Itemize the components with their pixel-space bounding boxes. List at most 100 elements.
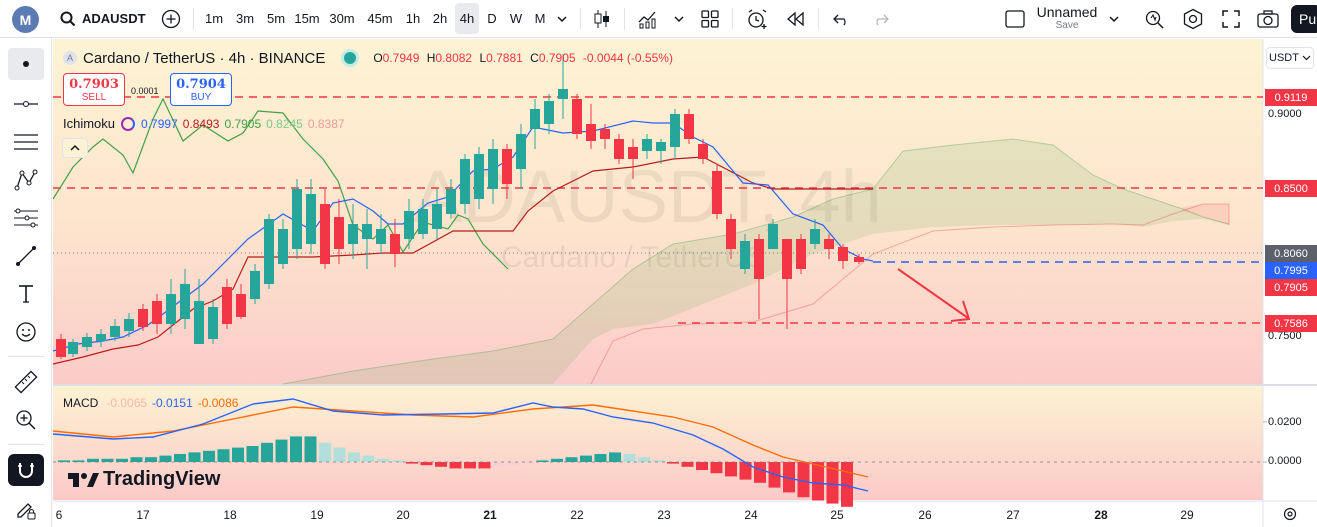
fib-tool[interactable] [8, 202, 44, 234]
currency-selector[interactable]: USDT [1266, 47, 1314, 69]
magic-search-icon [1145, 10, 1164, 29]
redo-icon [876, 14, 889, 25]
templates-button[interactable] [696, 0, 724, 37]
interval-5m[interactable]: 5m [262, 0, 290, 37]
ichimoku-legend[interactable]: Ichimoku 0.7997 0.8493 0.7905 0.8245 0.8… [63, 116, 345, 131]
redo-button[interactable] [866, 0, 894, 37]
edit-lock-tool[interactable] [8, 494, 44, 526]
macd-tick-0200: 0.0200 [1268, 416, 1302, 428]
indicators-dropdown[interactable] [670, 0, 688, 37]
macd-bar [333, 447, 346, 462]
macd-bar [754, 462, 766, 483]
macd-bar [116, 458, 128, 462]
ohlc-change: -0.0044 (-0.55%) [582, 51, 673, 65]
fib-icon [14, 208, 38, 228]
pattern-tool[interactable] [8, 164, 44, 196]
time-axis-settings[interactable] [1283, 507, 1297, 524]
macd-bar [435, 462, 447, 467]
chart-canvas[interactable]: ADAUSDT, 4h Cardano / TetherUS [53, 39, 1317, 527]
sell-button[interactable]: 0.7903 SELL [63, 73, 125, 106]
symbol-search-button[interactable]: ADAUSDT [60, 0, 150, 37]
undo-button[interactable] [828, 0, 856, 37]
replay-button[interactable] [782, 0, 810, 37]
symbol-logo-icon: A [63, 51, 77, 65]
macd-bar [159, 455, 172, 462]
macd-bar [449, 462, 462, 469]
brush-tool[interactable] [8, 240, 44, 272]
date-label-28: 28 [1094, 508, 1108, 522]
chart-pane[interactable]: ADAUSDT, 4h Cardano / TetherUS A Cardano… [53, 39, 1317, 527]
ichimoku-settings-icon[interactable] [121, 116, 136, 131]
trend-line-tool[interactable] [8, 88, 44, 120]
candles-icon [594, 9, 609, 28]
ruler-tool[interactable] [8, 366, 44, 398]
macd-bar [130, 457, 143, 462]
publish-button[interactable]: Pu [1291, 5, 1317, 33]
macd-bar [580, 455, 592, 462]
layout-name: Unnamed [1036, 3, 1098, 20]
macd-bar [319, 442, 331, 462]
ichimoku-value-3: 0.7905 [224, 116, 262, 131]
chevron-down-icon [1109, 15, 1119, 22]
buy-label: BUY [190, 92, 212, 103]
macd-bar [275, 439, 288, 462]
magnet-tool[interactable] [8, 454, 44, 486]
interval-D[interactable]: D [483, 0, 501, 37]
macd-tick-0000: 0.0000 [1268, 455, 1302, 467]
settings-button[interactable] [1178, 0, 1208, 37]
user-logo[interactable]: M [12, 6, 39, 33]
indicators-button[interactable] [634, 0, 664, 37]
interval-dropdown-button[interactable] [552, 0, 572, 37]
lines-icon [14, 134, 38, 150]
macd-bar [362, 455, 375, 462]
date-label-21: 21 [483, 508, 497, 522]
drawing-toolbar [0, 38, 52, 527]
collapse-legend-button[interactable] [62, 138, 88, 158]
smiley-icon [16, 322, 36, 342]
emoji-tool[interactable] [8, 316, 44, 348]
candle [712, 164, 722, 219]
camera-icon [1257, 9, 1279, 28]
layout-name-button[interactable]: Unnamed Save [1032, 0, 1102, 37]
snapshot-button[interactable] [1253, 0, 1283, 37]
macd-legend[interactable]: MACD -0.0065 -0.0151 -0.0086 [63, 396, 238, 410]
interval-2h[interactable]: 2h [428, 0, 452, 37]
interval-4h[interactable]: 4h [455, 3, 479, 34]
text-tool[interactable] [8, 278, 44, 310]
ichimoku-value-2: 0.8493 [182, 116, 220, 131]
macd-bar [203, 450, 215, 462]
interval-1h[interactable]: 1h [401, 0, 425, 37]
compare-symbol-button[interactable] [158, 0, 184, 37]
layout-dropdown[interactable] [1104, 0, 1124, 37]
macd-bar [812, 462, 824, 501]
interval-W[interactable]: W [505, 0, 527, 37]
price-label-last: 0.8060 [1265, 245, 1317, 262]
interval-M[interactable]: M [530, 0, 550, 37]
macd-label: MACD [63, 396, 99, 410]
symbol-legend[interactable]: A Cardano / TetherUS · 4h · BINANCE O0.7… [63, 49, 673, 67]
interval-15m[interactable]: 15m [291, 0, 323, 37]
zoom-in-icon [16, 410, 36, 430]
layout-toggle[interactable] [1002, 0, 1028, 37]
sell-label: SELL [81, 92, 107, 103]
macd-bar [217, 449, 230, 462]
candle [684, 109, 694, 144]
interval-1m[interactable]: 1m [200, 0, 228, 37]
buy-button[interactable]: 0.7904 BUY [170, 73, 232, 106]
fullscreen-button[interactable] [1216, 0, 1246, 37]
spread-value: 0.0001 [131, 86, 159, 96]
chart-type-button[interactable] [588, 0, 616, 37]
alert-button[interactable] [742, 0, 772, 37]
macd-bar [420, 462, 433, 466]
date-label-26: 26 [918, 508, 932, 522]
ichimoku-value-5: 0.8387 [307, 116, 345, 131]
interval-45m[interactable]: 45m [362, 0, 398, 37]
interval-3m[interactable]: 3m [231, 0, 259, 37]
tradingview-logo[interactable]: TradingView [67, 468, 220, 491]
quick-search-button[interactable] [1140, 0, 1170, 37]
zoom-tool[interactable] [8, 404, 44, 436]
sell-price: 0.7903 [69, 77, 119, 92]
channel-tool[interactable] [8, 126, 44, 158]
cursor-tool[interactable] [8, 48, 44, 80]
interval-30m[interactable]: 30m [326, 0, 358, 37]
